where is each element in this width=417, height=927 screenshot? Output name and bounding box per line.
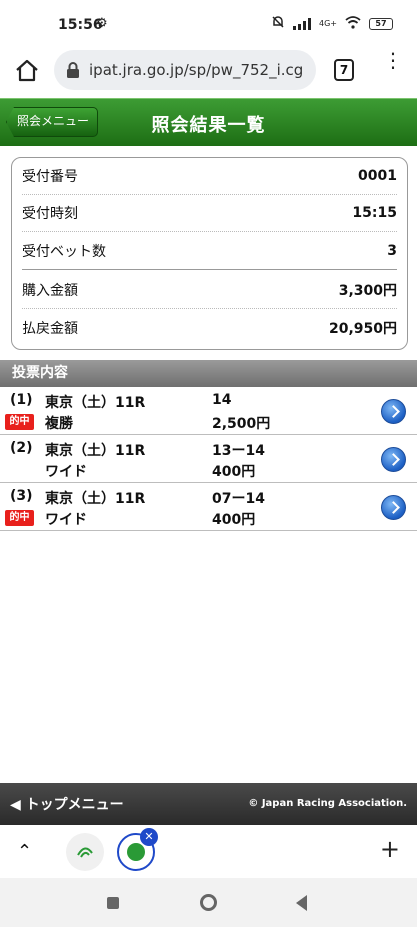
mute-bell-icon <box>271 15 285 32</box>
summary-row: 購入金額 3,300円 <box>22 272 397 309</box>
bet-amount: 2,500円 <box>212 416 271 432</box>
status-bar: 15:56 ⚙ 4G+ 57 <box>0 0 417 44</box>
browser-toolbar: ipat.jra.go.jp/sp/pw_752_i.cg 7 ⋮ <box>0 44 417 98</box>
home-nav-icon[interactable] <box>200 894 217 911</box>
chevron-up-icon[interactable]: ⌃ <box>17 841 32 862</box>
summary-label: 受付番号 <box>22 169 78 185</box>
page-footer: ◀ トップメニュー © Japan Racing Association. <box>0 783 417 825</box>
status-icons: 4G+ 57 <box>271 15 393 32</box>
close-icon[interactable]: ✕ <box>140 828 158 846</box>
chevron-right-icon[interactable] <box>381 447 406 472</box>
summary-label: 購入金額 <box>22 283 78 299</box>
home-icon[interactable] <box>13 57 41 85</box>
tab-switcher-button[interactable]: 7 <box>334 59 354 81</box>
address-bar[interactable]: ipat.jra.go.jp/sp/pw_752_i.cg <box>54 50 316 90</box>
bet-list: (1) 的中 東京（土）11R 複勝 14 2,500円 (2) 東京（土）11… <box>0 387 417 531</box>
bet-combination: 07ー14 <box>212 491 265 507</box>
summary-row: 受付時刻 15:15 <box>22 195 397 232</box>
bet-item[interactable]: (2) 東京（土）11R ワイド 13ー14 400円 <box>0 435 417 483</box>
page-header: 照会メニュー 照会結果一覧 <box>0 98 417 146</box>
bet-combination: 13ー14 <box>212 443 265 459</box>
summary-value: 15:15 <box>352 205 397 221</box>
copyright-text: © Japan Racing Association. <box>248 798 407 809</box>
network-type: 4G+ <box>319 19 337 28</box>
bet-number: (1) <box>10 392 33 408</box>
summary-value: 3,300円 <box>338 283 397 299</box>
bottom-toolbar: ⌃ ✕ + <box>0 825 417 878</box>
hit-badge: 的中 <box>5 414 34 430</box>
back-nav-icon[interactable] <box>296 895 307 911</box>
bet-combination: 14 <box>212 392 232 408</box>
wifi-icon <box>345 15 361 32</box>
bet-amount: 400円 <box>212 464 256 480</box>
bet-number: (2) <box>10 440 33 456</box>
bet-race: 東京（土）11R <box>45 491 146 507</box>
section-header: 投票内容 <box>0 360 417 387</box>
battery-icon: 57 <box>369 17 393 30</box>
horse-racing-app-icon[interactable] <box>66 833 104 871</box>
bet-type: ワイド <box>45 512 87 528</box>
bet-item[interactable]: (3) 的中 東京（土）11R ワイド 07ー14 400円 <box>0 483 417 531</box>
summary-row: 払戻金額 20,950円 <box>22 309 397 346</box>
bet-type: 複勝 <box>45 416 73 432</box>
system-nav-bar <box>0 878 417 927</box>
summary-label: 払戻金額 <box>22 320 78 337</box>
url-text: ipat.jra.go.jp/sp/pw_752_i.cg <box>89 61 304 79</box>
summary-label: 受付時刻 <box>22 206 78 222</box>
lock-icon <box>66 62 80 78</box>
add-tab-icon[interactable]: + <box>380 835 400 863</box>
summary-value: 3 <box>387 243 397 259</box>
bet-number: (3) <box>10 488 33 504</box>
recents-icon[interactable] <box>107 897 119 909</box>
top-menu-link[interactable]: ◀ トップメニュー <box>10 794 124 814</box>
gear-icon: ⚙ <box>96 16 108 31</box>
summary-row: 受付ベット数 3 <box>22 233 397 270</box>
hit-badge: 的中 <box>5 510 34 526</box>
bet-amount: 400円 <box>212 512 256 528</box>
more-menu-icon[interactable]: ⋮ <box>383 50 403 84</box>
bet-item[interactable]: (1) 的中 東京（土）11R 複勝 14 2,500円 <box>0 387 417 435</box>
summary-row: 受付番号 0001 <box>22 158 397 195</box>
bet-race: 東京（土）11R <box>45 395 146 411</box>
summary-label: 受付ベット数 <box>22 244 106 260</box>
summary-value: 20,950円 <box>328 320 397 337</box>
page-title: 照会結果一覧 <box>151 115 266 136</box>
bet-type: ワイド <box>45 464 87 480</box>
summary-card: 受付番号 0001 受付時刻 15:15 受付ベット数 3 購入金額 3,300… <box>11 157 408 350</box>
signal-icon <box>293 17 311 30</box>
chevron-right-icon[interactable] <box>381 495 406 520</box>
summary-value: 0001 <box>358 168 397 184</box>
bet-race: 東京（土）11R <box>45 443 146 459</box>
chevron-right-icon[interactable] <box>381 399 406 424</box>
